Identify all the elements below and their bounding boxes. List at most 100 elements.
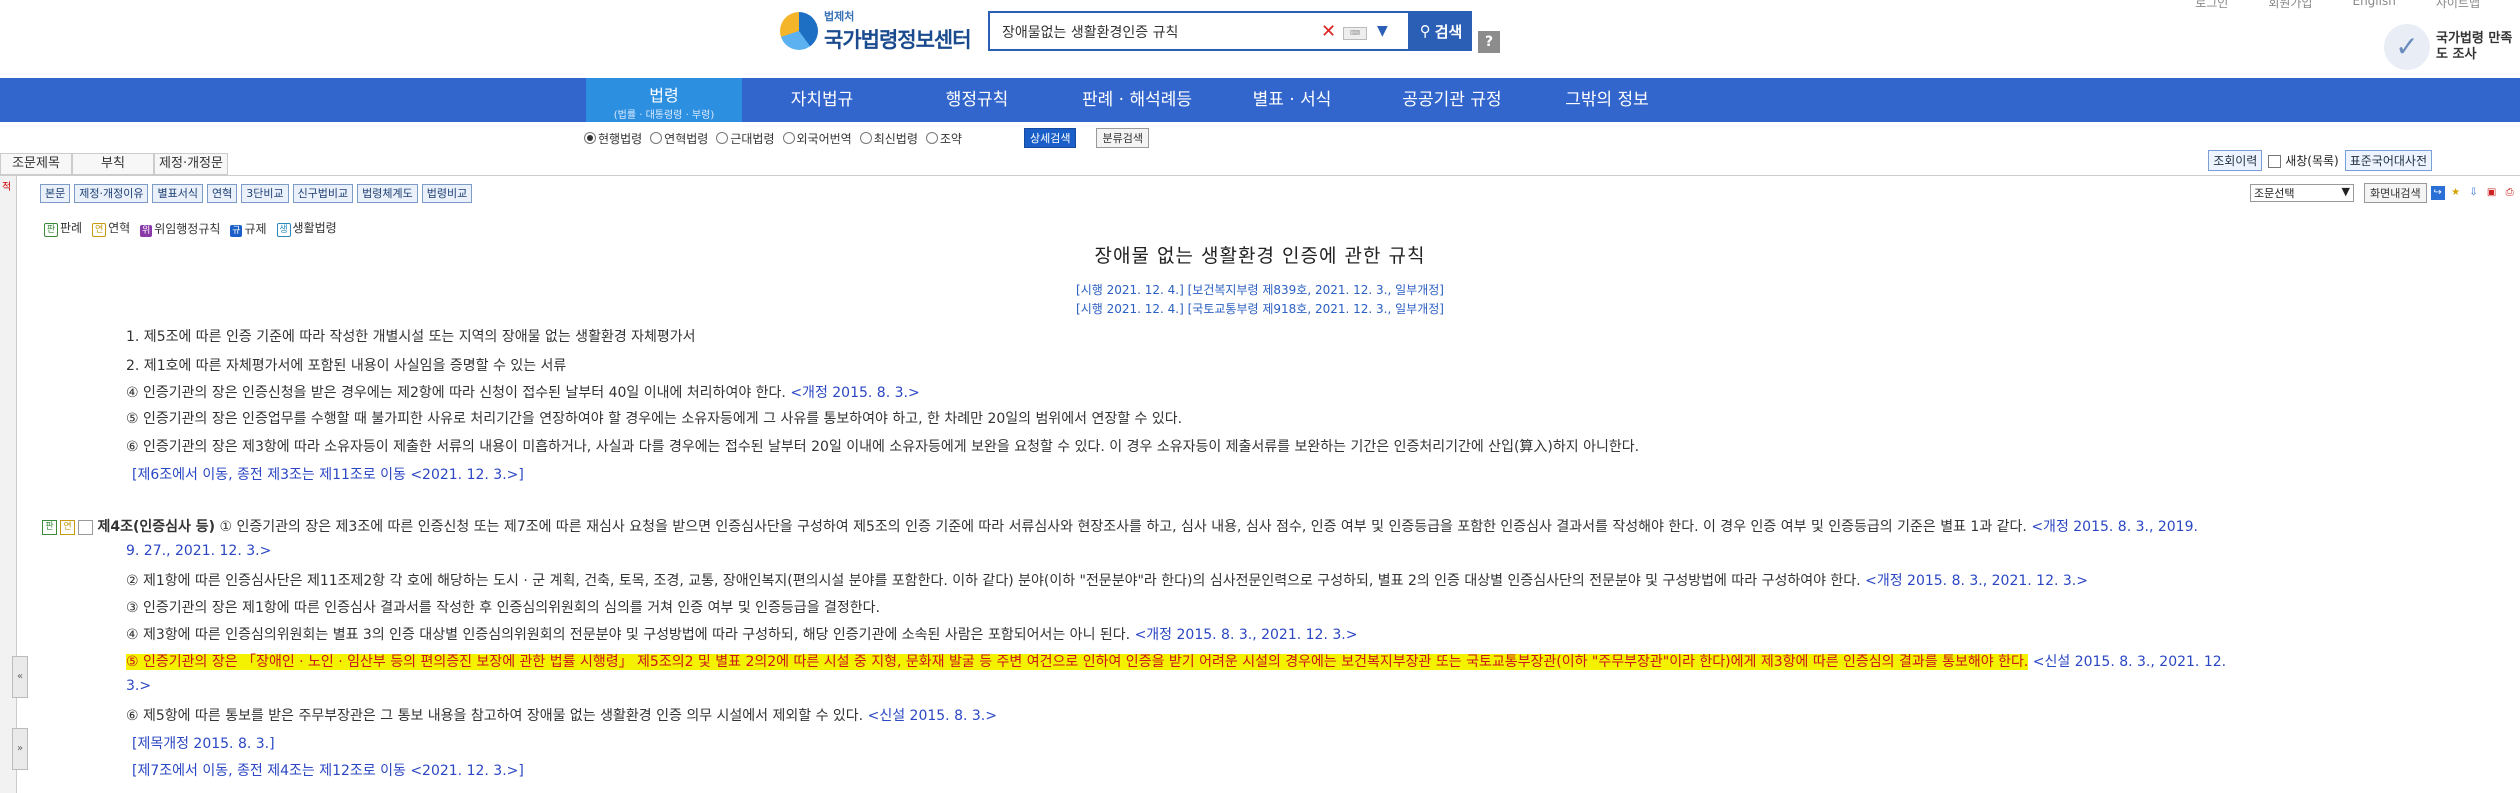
article-4-para-6: ⑥ 제5항에 따른 통보를 받은 주무부장관은 그 통보 내용을 참고하여 장애…: [126, 708, 997, 724]
law-tool-right: 조문선택 ▼ 화면내검색 ↪ ★ ⇩ ▣ ⎙: [2250, 183, 2517, 203]
tab-article-titles[interactable]: 조문제목: [0, 153, 72, 175]
satisfaction-survey-link[interactable]: ✓ 국가법령 만족도 조사: [2384, 24, 2516, 70]
tool-history[interactable]: 연혁: [206, 184, 238, 203]
search-input[interactable]: [1000, 19, 1304, 45]
checkbox-icon[interactable]: [78, 519, 93, 535]
legend-precedent[interactable]: 판 판례: [44, 219, 82, 237]
logo-sub: 법제처: [824, 10, 855, 23]
nav-local-laws[interactable]: 자치법규: [742, 78, 902, 122]
site-logo[interactable]: 법제처 국가법령정보센터: [780, 8, 972, 54]
classify-search-button[interactable]: 분류검색: [1096, 128, 1149, 148]
clause-item-2: 2. 제1호에 따른 자체평가서에 포함된 내용이 사실임을 증명할 수 있는 …: [126, 358, 567, 374]
header: 로그인 회원가입 English 사이트맵 법제처 국가법령정보센터 ✕ ⌨ ▼…: [0, 0, 2520, 78]
article-4-para-2: ② 제1항에 따른 인증심사단은 제11조제2항 각 호에 해당하는 도시 · …: [126, 573, 2088, 589]
amend-date-cont[interactable]: 9. 27., 2021. 12. 3.>: [126, 543, 271, 559]
move-note: [제7조에서 이동, 종전 제4조는 제12조로 이동 <2021. 12. 3…: [132, 763, 524, 779]
tool-body[interactable]: 본문: [40, 184, 71, 203]
tab-supplementary[interactable]: 부칙: [72, 153, 154, 175]
article-4-para-1: 판 연 제4조(인증심사 등) ① 인증기관의 장은 제3조에 따른 인증신청 …: [42, 516, 2198, 536]
english-link[interactable]: English: [2352, 0, 2395, 11]
legend-row: 판 판례 연 연혁 위 위임행정규칙 규 규제 생 생활법령: [44, 219, 337, 237]
in-page-search-button[interactable]: 화면내검색: [2364, 183, 2427, 203]
article-marks: 판 연: [42, 519, 93, 535]
nav-admin-rules[interactable]: 행정규칙: [902, 78, 1052, 122]
bookmark-icon[interactable]: ★: [2449, 186, 2463, 200]
amend-date-cont[interactable]: 3.>: [126, 678, 151, 694]
expand-left-handle[interactable]: »: [12, 728, 28, 770]
collapse-left-handle[interactable]: «: [12, 656, 28, 698]
amend-date[interactable]: <개정 2015. 8. 3., 2021. 12. 3.>: [1865, 573, 2088, 589]
delegated-rules-icon: 위: [140, 224, 153, 237]
law-title: 장애물 없는 생활환경 인증에 관한 규칙: [1094, 245, 1426, 267]
move-note: [제6조에서 이동, 종전 제3조는 제11조로 이동 <2021. 12. 3…: [132, 467, 524, 483]
paragraph-6: ⑥ 인증기관의 장은 제3항에 따라 소유자등이 제출한 서류의 내용이 미흡하…: [126, 439, 1640, 455]
save-icon[interactable]: ▣: [2485, 186, 2499, 200]
print-icon[interactable]: ⎙: [2503, 186, 2517, 200]
clause-item-1: 1. 제5조에 따른 인증 기준에 따라 작성한 개별시설 또는 지역의 장애물…: [126, 329, 696, 345]
nav-public-rules[interactable]: 공공기관 규정: [1362, 78, 1542, 122]
join-link[interactable]: 회원가입: [2268, 0, 2312, 11]
sitemap-link[interactable]: 사이트맵: [2436, 0, 2480, 11]
highlighted-text: ⑤ 인증기관의 장은 「장애인 · 노인 · 임산부 등의 편의증진 보장에 관…: [126, 654, 2029, 670]
nav-laws-active[interactable]: 법령 (법률 · 대통령령 · 부령): [586, 78, 742, 122]
amend-date[interactable]: <신설 2015. 8. 3.>: [868, 708, 997, 724]
dropdown-icon[interactable]: ▼: [1377, 23, 1388, 39]
radio-translations[interactable]: 외국어번역: [782, 130, 852, 147]
search-button-label: 검색: [1434, 22, 1463, 41]
radio-history-laws[interactable]: 연혁법령: [650, 130, 708, 147]
amend-date[interactable]: <개정 2015. 8. 3.>: [790, 385, 919, 401]
article-4-title: 제4조(인증심사 등): [97, 519, 216, 535]
tool-law-compare[interactable]: 법령비교: [421, 184, 473, 203]
search-button[interactable]: ⚲ 검색: [1410, 11, 1472, 51]
precedent-icon[interactable]: 판: [42, 519, 57, 535]
tool-3way-compare[interactable]: 3단비교: [241, 184, 289, 203]
legend-delegated-rules[interactable]: 위 위임행정규칙: [140, 220, 220, 237]
new-window-toggle[interactable]: 새창(목록): [2268, 152, 2339, 169]
help-button[interactable]: ?: [1478, 31, 1500, 53]
login-link[interactable]: 로그인: [2195, 0, 2228, 11]
share-icon[interactable]: ↪: [2430, 186, 2445, 200]
nav-tables-forms[interactable]: 별표 · 서식: [1222, 78, 1362, 122]
legend-life-law[interactable]: 생 생활법령: [276, 219, 337, 237]
article-4-para-5: ⑤ 인증기관의 장은 「장애인 · 노인 · 임산부 등의 편의증진 보장에 관…: [126, 651, 2226, 671]
tool-old-new-compare[interactable]: 신구법비교: [292, 184, 354, 203]
clear-icon[interactable]: ✕: [1321, 21, 1336, 42]
nav-laws-title: 법령: [649, 86, 679, 105]
search-box: ✕ ⌨ ▼: [988, 11, 1410, 51]
keyboard-icon[interactable]: ⌨: [1343, 27, 1367, 40]
article-select[interactable]: 조문선택 ▼: [2250, 184, 2354, 202]
left-panel-strip: 적: [0, 176, 17, 793]
download-icon[interactable]: ⇩: [2467, 186, 2481, 200]
amendment-line-2[interactable]: [시행 2021. 12. 4.] [국토교통부령 제918호, 2021. 1…: [0, 300, 2520, 317]
radio-current-laws[interactable]: 현행법령: [584, 130, 642, 147]
logo-emblem-icon: [780, 12, 818, 50]
amend-date[interactable]: <개정 2015. 8. 3., 2019.: [2031, 519, 2198, 535]
panel-right-tools: 조회이력 새창(목록) 표준국어대사전: [2208, 150, 2432, 171]
history-icon[interactable]: 연: [60, 519, 75, 535]
panel-tabs-bar: 조문제목 부칙 제정·개정문: [0, 153, 2520, 176]
tool-tables-forms[interactable]: 별표서식: [152, 184, 203, 203]
regulation-icon: 규: [230, 224, 243, 237]
search-scope-radios: 현행법령 연혁법령 근대법령 외국어번역 최신법령 조약 상세검색 분류검색: [584, 128, 1149, 148]
tab-enactment-text[interactable]: 제정·개정문: [154, 153, 228, 175]
legend-regulation[interactable]: 규 규제: [230, 220, 267, 237]
tool-reason[interactable]: 제정·개정이유: [74, 184, 149, 203]
history-button[interactable]: 조회이력: [2208, 150, 2263, 171]
radio-latest-laws[interactable]: 최신법령: [859, 130, 918, 147]
law-tool-buttons: 본문 제정·개정이유 별표서식 연혁 3단비교 신구법비교 법령체계도 법령비교: [40, 184, 473, 203]
amend-date[interactable]: <개정 2015. 8. 3., 2021. 12. 3.>: [1135, 627, 1358, 643]
std-dictionary-button[interactable]: 표준국어대사전: [2344, 150, 2432, 171]
detail-search-button[interactable]: 상세검색: [1023, 128, 1077, 148]
paragraph-4: ④ 인증기관의 장은 인증신청을 받은 경우에는 제2항에 따라 신청이 접수된…: [126, 385, 920, 401]
life-law-icon: 생: [276, 223, 291, 237]
radio-modern-laws[interactable]: 근대법령: [716, 130, 775, 147]
left-strip-marker: 적: [2, 182, 12, 193]
amend-date[interactable]: <신설 2015. 8. 3., 2021. 12.: [2033, 654, 2226, 670]
amendment-line-1[interactable]: [시행 2021. 12. 4.] [보건복지부령 제839호, 2021. 1…: [0, 281, 2520, 298]
nav-other-info[interactable]: 그밖의 정보: [1542, 78, 1672, 122]
radio-treaties[interactable]: 조약: [925, 130, 962, 147]
tool-law-structure[interactable]: 법령체계도: [357, 184, 418, 203]
legend-history[interactable]: 연 연혁: [92, 219, 130, 237]
nav-precedents[interactable]: 판례 · 해석례등: [1052, 78, 1222, 122]
article-4-para-4: ④ 제3항에 따른 인증심의위원회는 별표 3의 인증 대상별 인증심의위원회의…: [126, 627, 1358, 643]
